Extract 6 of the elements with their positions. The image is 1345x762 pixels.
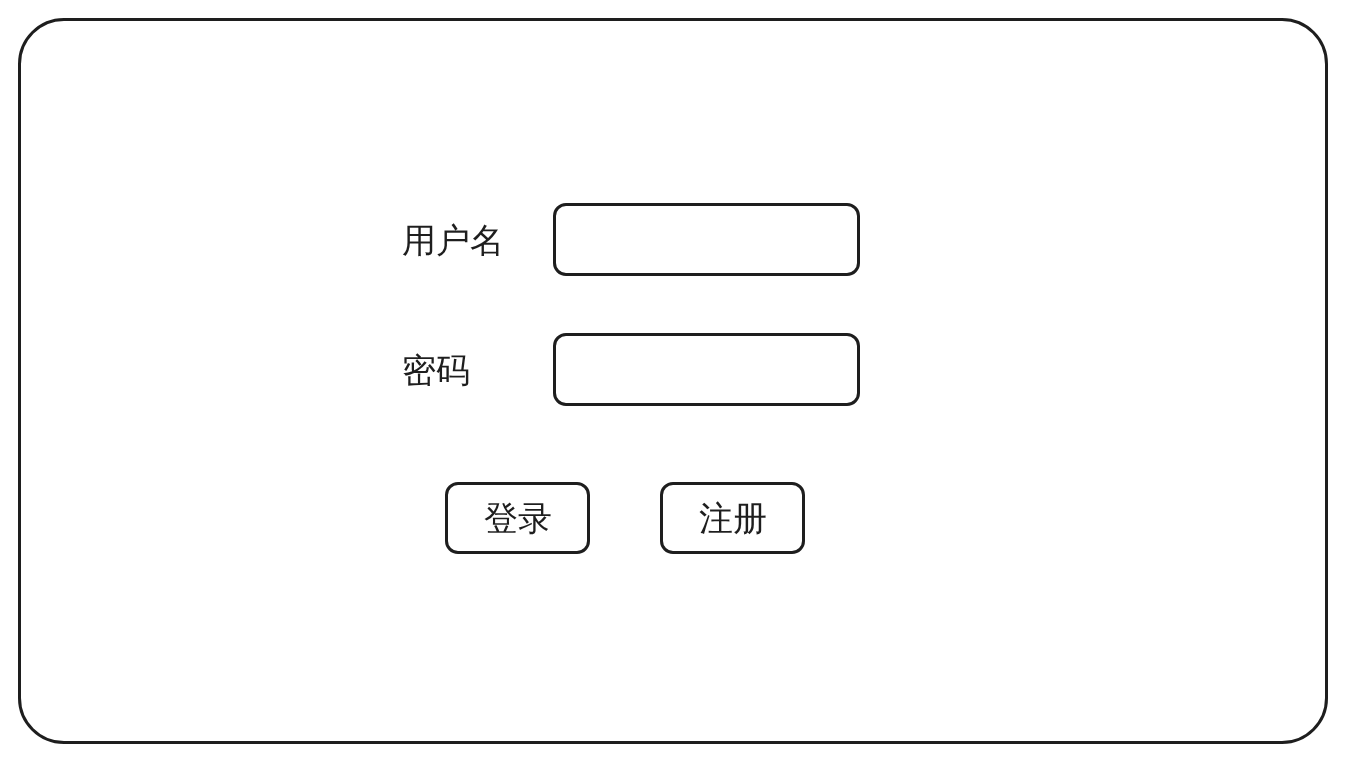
input-field[interactable] <box>553 203 860 276</box>
input-field[interactable] <box>553 333 860 406</box>
field-label: 密码 <box>401 349 471 390</box>
form-button[interactable]: 注册 <box>660 482 805 554</box>
form-button[interactable]: 登录 <box>445 482 590 554</box>
field-label: 用户名 <box>401 219 505 260</box>
